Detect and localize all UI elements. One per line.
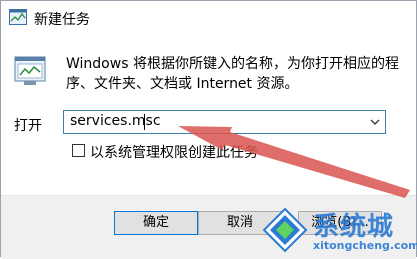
- watermark-url: xitongcheng.com: [313, 239, 417, 252]
- watermark-logo-icon: [262, 207, 308, 253]
- watermark-brand: 系统城: [313, 212, 395, 242]
